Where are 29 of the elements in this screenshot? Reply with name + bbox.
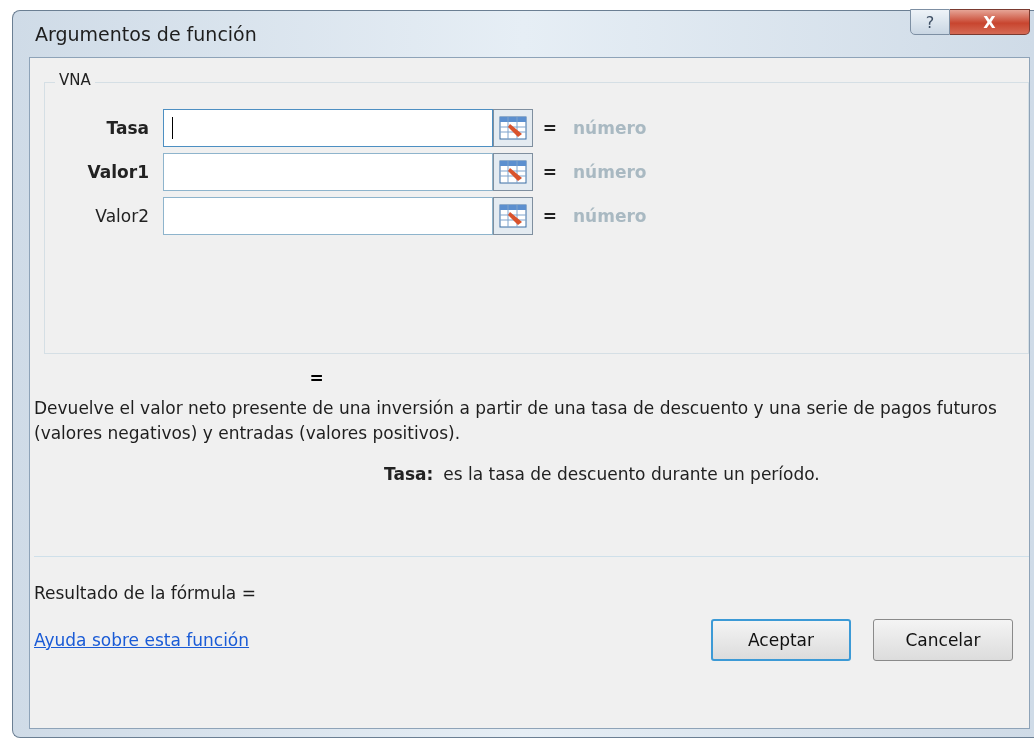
argument-field[interactable]: [163, 109, 493, 147]
equals-sign: =: [541, 118, 558, 138]
grid-icon: [498, 159, 528, 185]
argument-field[interactable]: [163, 153, 493, 191]
help-link[interactable]: Ayuda sobre esta función: [34, 630, 250, 650]
range-select-button[interactable]: [493, 153, 533, 191]
argument-type: número: [572, 162, 648, 182]
dialog-button[interactable]: Aceptar: [711, 619, 851, 661]
close-button[interactable]: X: [950, 9, 1030, 35]
help-button[interactable]: ?: [910, 9, 950, 35]
argument-type: número: [572, 206, 648, 226]
function-description: Devuelve el valor neto presente de una inversión a partir de una tasa de descuento y una serie de pagos futuros (valores negativos) y entradas (valores positivos).: [34, 397, 998, 445]
result-equals: =: [308, 368, 325, 388]
range-select-button[interactable]: [493, 197, 533, 235]
grid-icon: [498, 115, 528, 141]
equals-sign: =: [541, 206, 558, 226]
argument-description: es la tasa de descuento durante un período.: [443, 464, 820, 484]
argument-type: número: [572, 118, 648, 138]
grid-icon: [498, 203, 528, 229]
argument-label: Tasa: [105, 118, 150, 138]
range-select-button[interactable]: [493, 109, 533, 147]
argument-label: Valor1: [86, 162, 150, 182]
argument-name: Tasa:: [384, 464, 434, 484]
dialog-button[interactable]: Cancelar: [873, 619, 1013, 661]
window-title: Argumentos de función: [34, 23, 257, 45]
argument-label: Valor2: [94, 206, 150, 226]
formula-result: Resultado de la fórmula =: [34, 583, 257, 603]
argument-field[interactable]: [163, 197, 493, 235]
equals-sign: =: [541, 162, 558, 182]
